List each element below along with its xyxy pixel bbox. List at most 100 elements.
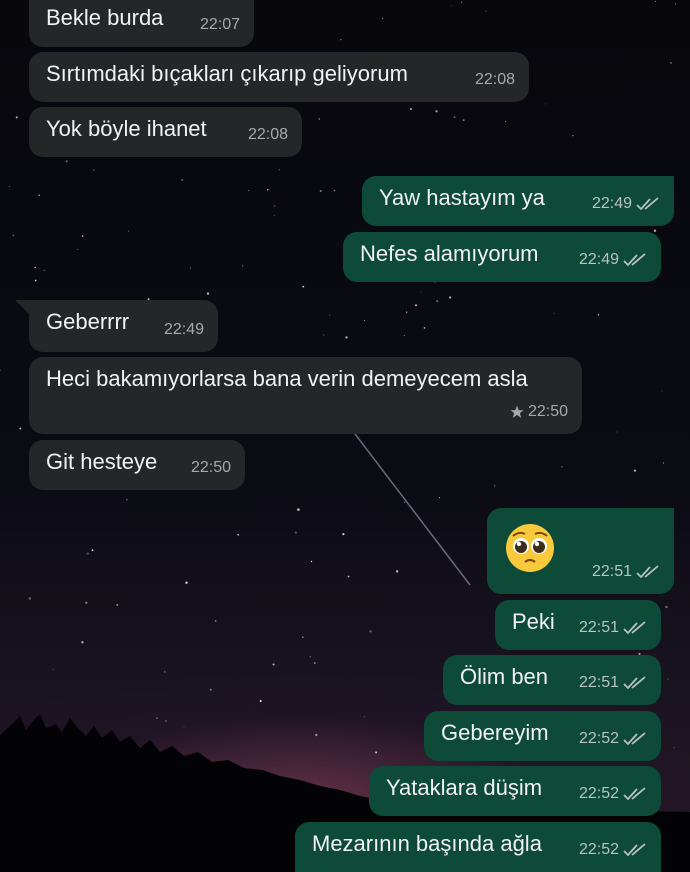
message-text: Yaw hastayım ya <box>379 185 545 210</box>
star-dot <box>342 532 345 536</box>
message-time: 22:50 <box>527 403 568 420</box>
message-bubble-outgoing[interactable]: Yaw hastayım ya 22:49 <box>362 176 674 226</box>
star-dot <box>435 110 438 113</box>
star-dot <box>375 751 378 754</box>
star-dot <box>369 630 372 633</box>
message-bubble-outgoing[interactable]: Mezarının başında ağla 22:52 <box>295 822 661 872</box>
star-dot <box>242 265 244 267</box>
message-bubble-outgoing[interactable]: Nefes alamıyorum 22:49 <box>343 232 661 282</box>
star-dot <box>297 508 300 511</box>
star-dot <box>156 717 158 719</box>
star-dot <box>409 107 413 111</box>
shooting-star <box>351 429 471 586</box>
message-meta: 22:07 <box>200 11 240 39</box>
star-dot <box>28 597 32 600</box>
star-dot <box>116 603 119 606</box>
message-time: 22:49 <box>578 251 619 268</box>
star-dot <box>86 552 89 555</box>
star-dot <box>43 269 45 271</box>
message-bubble-incoming[interactable]: Git hesteye 22:50 <box>29 440 245 490</box>
star-dot <box>294 531 297 534</box>
message-meta: 22:52 <box>579 780 647 808</box>
star-dot <box>616 431 618 433</box>
star-dot <box>323 334 325 336</box>
star-dot <box>206 292 210 295</box>
message-time: 22:52 <box>578 730 619 747</box>
bubble-tail <box>660 508 674 522</box>
message-text: Mezarının başında ağla <box>312 831 542 856</box>
star-dot <box>52 669 54 671</box>
message-text: Gebereyim <box>441 720 549 745</box>
star-dot <box>65 160 68 163</box>
message-text: Yok böyle ihanet <box>46 116 207 141</box>
message-time: 22:50 <box>190 459 231 476</box>
star-dot <box>340 38 342 41</box>
star-dot <box>333 189 336 192</box>
star-dot <box>209 688 212 691</box>
star-dot <box>675 3 676 5</box>
double-check-icon <box>636 565 659 579</box>
message-bubble-outgoing[interactable]: Gebereyim 22:52 <box>424 711 661 761</box>
star-dot <box>247 189 250 192</box>
message-bubble-incoming[interactable]: Bekle burda 22:07 <box>29 0 254 47</box>
star-dot <box>661 390 663 392</box>
star-dot <box>451 5 453 7</box>
message-bubble-incoming[interactable]: Yok böyle ihanet 22:08 <box>29 107 302 157</box>
star-dot <box>363 319 365 321</box>
message-text: Bekle burda <box>46 5 164 30</box>
star-dot <box>449 296 452 299</box>
star-dot <box>189 267 192 269</box>
star-dot <box>654 0 657 3</box>
star-dot <box>91 549 94 552</box>
star-dot <box>436 300 439 303</box>
message-bubble-outgoing[interactable]: Peki 22:51 <box>495 600 661 650</box>
star-dot <box>669 61 673 65</box>
star-dot <box>310 560 313 563</box>
message-text: Heci bakamıyorlarsa bana verin demeyecem… <box>46 366 528 391</box>
message-bubble-outgoing[interactable]: Yataklara düşim 22:52 <box>369 766 661 816</box>
message-text: Geberrrr <box>46 309 130 334</box>
star-dot <box>302 285 305 288</box>
message-bubble-incoming[interactable]: Geberrrr 22:49 <box>29 300 218 352</box>
message-meta: 22:51 <box>592 558 660 586</box>
star-dot <box>92 169 95 171</box>
message-bubble-outgoing[interactable]: Ölim ben 22:51 <box>443 655 661 705</box>
star-dot <box>403 334 405 336</box>
star-dot <box>572 134 574 137</box>
message-bubble-incoming[interactable]: Sırtımdaki bıçakları çıkarıp geliyorum 2… <box>29 52 529 102</box>
star-icon <box>510 405 524 418</box>
star-dot <box>19 427 22 430</box>
message-bubble-incoming[interactable]: Heci bakamıyorlarsa bana verin demeyecem… <box>29 357 582 434</box>
star-dot <box>553 312 555 314</box>
pleading-face-emoji-icon <box>506 524 554 572</box>
message-time: 22:08 <box>474 71 515 88</box>
star-dot <box>128 230 130 232</box>
star-dot <box>561 465 563 468</box>
star-dot <box>163 671 166 673</box>
message-time: 22:52 <box>578 785 619 802</box>
star-dot <box>662 462 665 464</box>
star-dot <box>494 485 496 487</box>
star-dot <box>309 655 312 658</box>
star-dot <box>126 499 128 501</box>
star-dot <box>347 575 350 578</box>
message-bubble-outgoing[interactable]: 22:51 <box>487 508 674 594</box>
star-dot <box>667 678 669 680</box>
message-meta: 22:49 <box>579 246 647 274</box>
star-dot <box>414 304 418 307</box>
star-dot <box>165 720 167 722</box>
star-dot <box>665 605 668 609</box>
star-dot <box>505 121 507 123</box>
double-check-icon <box>623 676 646 690</box>
double-check-icon <box>623 621 646 635</box>
star-dot <box>461 1 463 3</box>
star-dot <box>38 194 41 197</box>
star-dot <box>345 336 348 339</box>
message-text: Ölim ben <box>460 664 549 689</box>
message-time: 22:07 <box>199 16 240 33</box>
message-meta: 22:50 <box>510 398 568 426</box>
star-dot <box>273 215 275 217</box>
star-dot <box>85 601 88 605</box>
double-check-icon <box>623 787 646 801</box>
star-dot <box>237 533 240 536</box>
